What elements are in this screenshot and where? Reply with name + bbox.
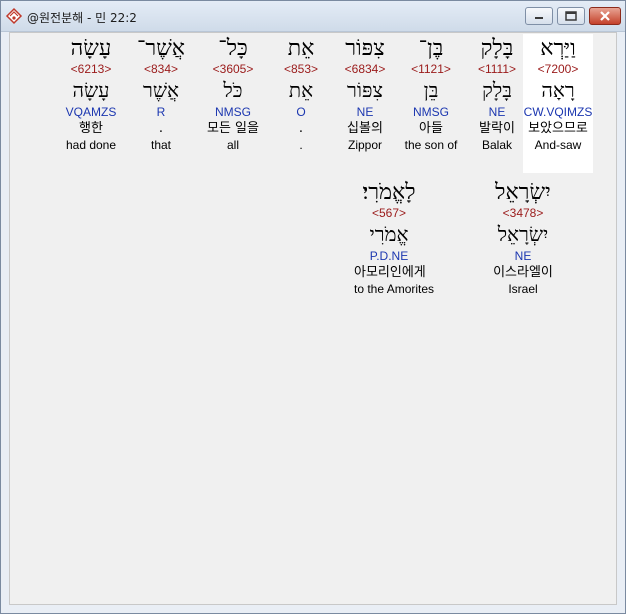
korean-gloss: 아들 <box>419 121 443 136</box>
word-cell[interactable]: וַיַּרְא <7200> רָאָה CW.VQIMZS 보았으므로 And-saw <box>523 34 593 173</box>
morphology-code: NE <box>488 105 506 119</box>
strong-number: <6834> <box>344 62 386 76</box>
maximize-button[interactable] <box>557 7 585 25</box>
lemma-word: אֱמֹרִי <box>369 222 409 246</box>
hebrew-word: יִשְׂרָאֵל <box>495 180 551 205</box>
close-button[interactable] <box>589 7 621 25</box>
english-gloss: Balak <box>481 138 513 152</box>
word-cell[interactable]: בָּלָק <1111> בָּלָק NE 발락이 Balak <box>462 34 532 173</box>
korean-gloss: 보았으므로 <box>528 121 588 136</box>
morphology-code: R <box>156 105 166 119</box>
word-cell[interactable]: צִפּוֹר <6834> צִפּוֹר NE 십볼의 Zippor <box>330 34 400 173</box>
morphology-code: CW.VQIMZS <box>523 105 593 119</box>
word-cell[interactable]: לָאֱמֹרִי׃ <567> אֱמֹרִי P.D.NE 아모리인에게 to the… <box>354 178 435 320</box>
hebrew-word: כָּל־ <box>218 36 248 61</box>
lemma-word: אֲשֶׁר <box>143 78 179 102</box>
strong-number: <6213> <box>70 62 112 76</box>
lemma-word: אֵת <box>288 78 314 102</box>
english-gloss: Zippor <box>347 138 382 152</box>
strong-number: <567> <box>371 206 407 220</box>
strong-number: <1111> <box>477 62 517 76</box>
english-gloss: all <box>226 138 239 152</box>
minimize-icon <box>535 17 543 19</box>
hebrew-word: וַיַּרְא <box>540 36 576 61</box>
english-gloss: the son of <box>404 138 458 152</box>
maximize-icon <box>565 11 577 21</box>
word-cell[interactable]: כָּל־ <3605> כֹּל NMSG 모든 일을 all <box>198 34 268 173</box>
morphology-code: NE <box>356 105 374 119</box>
english-gloss: . <box>299 138 303 152</box>
word-cell[interactable]: בֶּן־ <1121> בֵּן NMSG 아들 the son of <box>396 34 466 173</box>
strong-number: <834> <box>143 62 179 76</box>
morphology-code: NMSG <box>215 105 251 119</box>
korean-gloss: . <box>298 121 304 136</box>
korean-gloss: 발락이 <box>479 121 515 136</box>
word-cell[interactable]: יִשְׂרָאֵל <3478> יִשְׂרָאֵל NE 이스라엘이 Israel <box>488 178 558 320</box>
korean-gloss: 아모리인에게 <box>354 265 426 280</box>
app-logo-icon <box>5 7 23 25</box>
lemma-word: רָאָה <box>541 78 575 102</box>
hebrew-word: בֶּן־ <box>418 36 444 61</box>
interlinear-content: וַיַּרְא <7200> רָאָה CW.VQIMZS 보았으므로 And-saw… <box>9 32 617 605</box>
english-gloss: to the Amorites <box>354 282 435 296</box>
korean-gloss: . <box>158 121 164 136</box>
word-cell[interactable]: אֲשֶׁר־ <834> אֲשֶׁר R. that <box>126 34 196 173</box>
strong-number: <3478> <box>502 206 544 220</box>
english-gloss: that <box>150 138 171 152</box>
lemma-word: צִפּוֹר <box>347 78 383 102</box>
english-gloss: Israel <box>508 282 538 296</box>
lemma-word: בֵּן <box>423 78 439 102</box>
close-icon <box>600 11 610 21</box>
lemma-word: בָּלָק <box>482 78 512 102</box>
morphology-code: O <box>296 105 306 119</box>
hebrew-word: אֵת <box>287 36 315 61</box>
morphology-code: NMSG <box>413 105 449 119</box>
lemma-word: יִשְׂרָאֵל <box>497 222 549 246</box>
english-gloss: And-saw <box>534 138 582 152</box>
title-bar[interactable]: @원전분해 - 민 22:2 <box>1 1 625 32</box>
window-title: @원전분해 - 민 22:2 <box>27 11 137 25</box>
hebrew-word: לָאֱמֹרִי׃ <box>362 180 416 205</box>
hebrew-word: צִפּוֹר <box>345 36 385 61</box>
korean-gloss: 모든 일을 <box>207 121 259 136</box>
word-cell[interactable]: אֵת <853> אֵת O.. <box>266 34 336 173</box>
strong-number: <1121> <box>411 62 451 76</box>
hebrew-word: עָשָׂה <box>70 36 112 61</box>
minimize-button[interactable] <box>525 7 553 25</box>
morphology-code: NE <box>514 249 532 263</box>
english-gloss: had done <box>65 138 117 152</box>
strong-number: <7200> <box>537 62 579 76</box>
hebrew-word: אֲשֶׁר־ <box>136 36 185 61</box>
strong-number: <853> <box>283 62 319 76</box>
strong-number: <3605> <box>212 62 254 76</box>
korean-gloss: 행한 <box>79 121 103 136</box>
hebrew-word: בָּלָק <box>480 36 514 61</box>
korean-gloss: 십볼의 <box>347 121 383 136</box>
morphology-code: VQAMZS <box>65 105 117 119</box>
lemma-word: כֹּל <box>223 78 243 102</box>
lemma-word: עָשָׂה <box>72 78 110 102</box>
morphology-code: P.D.NE <box>369 249 409 263</box>
word-cell[interactable]: עָשָׂה <6213> עָשָׂה VQAMZS 행한 had done <box>56 34 126 173</box>
korean-gloss: 이스라엘이 <box>493 265 553 280</box>
app-window: @원전분해 - 민 22:2 וַיַּרְא <7200> רָאָה CW.VQI… <box>0 0 626 614</box>
